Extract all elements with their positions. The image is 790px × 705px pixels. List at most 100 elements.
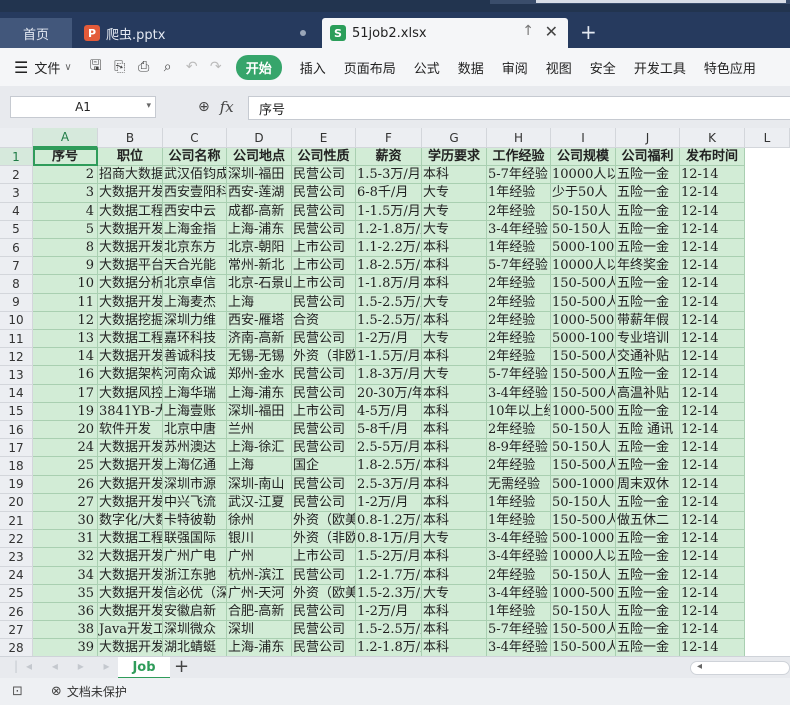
data-cell[interactable]: 1.8-2.5万/月: [356, 257, 422, 276]
data-cell[interactable]: 50-150人: [551, 603, 616, 622]
data-cell[interactable]: 8: [33, 239, 98, 258]
data-cell[interactable]: 5: [33, 220, 98, 239]
data-cell[interactable]: 上海壹账: [163, 402, 227, 421]
data-cell[interactable]: 12-14: [680, 220, 745, 239]
horizontal-scrollbar[interactable]: ◂: [690, 661, 790, 675]
column-header-a[interactable]: A: [33, 128, 98, 148]
data-cell[interactable]: 本科: [422, 384, 487, 403]
data-cell[interactable]: 大数据开发: [98, 475, 163, 494]
data-cell[interactable]: 4-5万/月: [356, 402, 422, 421]
data-cell[interactable]: 5-7年经验: [487, 621, 551, 640]
data-cell[interactable]: 3-4年经验: [487, 384, 551, 403]
header-cell[interactable]: 公司规模: [551, 148, 616, 167]
scroll-left-icon[interactable]: ◂: [697, 661, 702, 672]
sheet-nav-arrows-icon[interactable]: |◂ ◂ ▸ ▸|: [14, 659, 130, 673]
data-cell[interactable]: 150-500人: [551, 366, 616, 385]
pin-icon[interactable]: ↑: [522, 23, 534, 39]
data-cell[interactable]: 信必优（深: [163, 584, 227, 603]
data-cell[interactable]: 3-4年经验: [487, 548, 551, 567]
data-cell[interactable]: 民营公司: [292, 421, 356, 440]
data-cell[interactable]: 3-4年经验: [487, 639, 551, 656]
data-cell[interactable]: 2年经验: [487, 421, 551, 440]
data-cell[interactable]: 27: [33, 493, 98, 512]
data-cell[interactable]: 五险一金: [616, 457, 680, 476]
insert-function-icon[interactable]: fx: [220, 98, 234, 116]
data-cell[interactable]: 1-2万/月: [356, 493, 422, 512]
header-cell[interactable]: 公司名称: [163, 148, 227, 167]
data-cell[interactable]: 3841YB-大数据: [98, 402, 163, 421]
data-cell[interactable]: 0.8-1万/月: [356, 530, 422, 549]
data-cell[interactable]: 10: [33, 275, 98, 294]
data-cell[interactable]: 本科: [422, 566, 487, 585]
data-cell[interactable]: 25: [33, 457, 98, 476]
row-header-11[interactable]: 11: [0, 330, 33, 349]
row-header-28[interactable]: 28: [0, 639, 33, 656]
save-icon[interactable]: 🖫: [84, 55, 108, 79]
row-header-23[interactable]: 23: [0, 548, 33, 567]
ribbon-tab-page-layout[interactable]: 页面布局: [344, 58, 396, 77]
data-cell[interactable]: 上市公司: [292, 239, 356, 258]
document-protection-status[interactable]: ⊗ 文档未保护: [51, 683, 127, 700]
data-cell[interactable]: 大数据风控: [98, 384, 163, 403]
ribbon-tab-review[interactable]: 审阅: [502, 58, 528, 77]
data-cell[interactable]: 5000-10000人: [551, 239, 616, 258]
file-menu[interactable]: ☰ 文件 ∨: [14, 58, 72, 77]
data-cell[interactable]: 大专: [422, 293, 487, 312]
data-cell[interactable]: 大数据开发: [98, 457, 163, 476]
data-cell[interactable]: 大数据开发: [98, 548, 163, 567]
row-header-12[interactable]: 12: [0, 348, 33, 367]
ribbon-tab-developer[interactable]: 开发工具: [634, 58, 686, 77]
data-cell[interactable]: 26: [33, 475, 98, 494]
data-cell[interactable]: 合资: [292, 311, 356, 330]
data-cell[interactable]: 30: [33, 512, 98, 531]
data-cell[interactable]: 1.8-3万/月: [356, 366, 422, 385]
data-cell[interactable]: 广州广电: [163, 548, 227, 567]
data-cell[interactable]: 大数据开发: [98, 493, 163, 512]
data-cell[interactable]: 上市公司: [292, 402, 356, 421]
data-cell[interactable]: 民营公司: [292, 366, 356, 385]
data-cell[interactable]: 9: [33, 257, 98, 276]
data-cell[interactable]: 1-1.8万/月: [356, 275, 422, 294]
header-cell[interactable]: 序号: [33, 148, 98, 167]
row-header-7[interactable]: 7: [0, 257, 33, 276]
formula-input[interactable]: 序号: [248, 96, 790, 120]
data-cell[interactable]: 大数据开发: [98, 239, 163, 258]
data-cell[interactable]: 五险一金: [616, 220, 680, 239]
data-cell[interactable]: 周末双休: [616, 475, 680, 494]
row-header-19[interactable]: 19: [0, 475, 33, 494]
data-cell[interactable]: 1.5-2.5万/月: [356, 311, 422, 330]
data-cell[interactable]: 1年经验: [487, 512, 551, 531]
data-cell[interactable]: 5-7年经验: [487, 366, 551, 385]
data-cell[interactable]: 常州-新北: [227, 257, 292, 276]
data-cell[interactable]: 大专: [422, 184, 487, 203]
data-cell[interactable]: 50-150人: [551, 493, 616, 512]
row-header-5[interactable]: 5: [0, 220, 33, 239]
data-cell[interactable]: 10年以上经验: [487, 402, 551, 421]
data-cell[interactable]: 11: [33, 293, 98, 312]
data-cell[interactable]: 上海-浦东: [227, 220, 292, 239]
column-header-e[interactable]: E: [292, 128, 356, 148]
data-cell[interactable]: 民营公司: [292, 621, 356, 640]
data-cell[interactable]: 3-4年经验: [487, 220, 551, 239]
print-preview-icon[interactable]: ⌕: [156, 59, 180, 75]
data-cell[interactable]: 民营公司: [292, 493, 356, 512]
data-cell[interactable]: 广州: [227, 548, 292, 567]
data-cell[interactable]: 1.2-1.8万/月: [356, 639, 422, 656]
data-cell[interactable]: 1.8-2.5万/月: [356, 457, 422, 476]
data-cell[interactable]: 五险一金: [616, 402, 680, 421]
data-cell[interactable]: 五险一金: [616, 621, 680, 640]
data-cell[interactable]: 1.2-1.8万/月: [356, 220, 422, 239]
data-cell[interactable]: 38: [33, 621, 98, 640]
data-cell[interactable]: 12-14: [680, 184, 745, 203]
data-cell[interactable]: 五险一金: [616, 202, 680, 221]
data-cell[interactable]: 12: [33, 311, 98, 330]
data-cell[interactable]: 1年经验: [487, 184, 551, 203]
data-cell[interactable]: 6-8千/月: [356, 184, 422, 203]
data-cell[interactable]: 北京-朝阳: [227, 239, 292, 258]
header-cell[interactable]: 发布时间: [680, 148, 745, 167]
data-cell[interactable]: 150-500人: [551, 512, 616, 531]
data-cell[interactable]: 大数据工程师: [98, 202, 163, 221]
data-cell[interactable]: 12-14: [680, 475, 745, 494]
data-cell[interactable]: 大专: [422, 220, 487, 239]
data-cell[interactable]: 19: [33, 402, 98, 421]
